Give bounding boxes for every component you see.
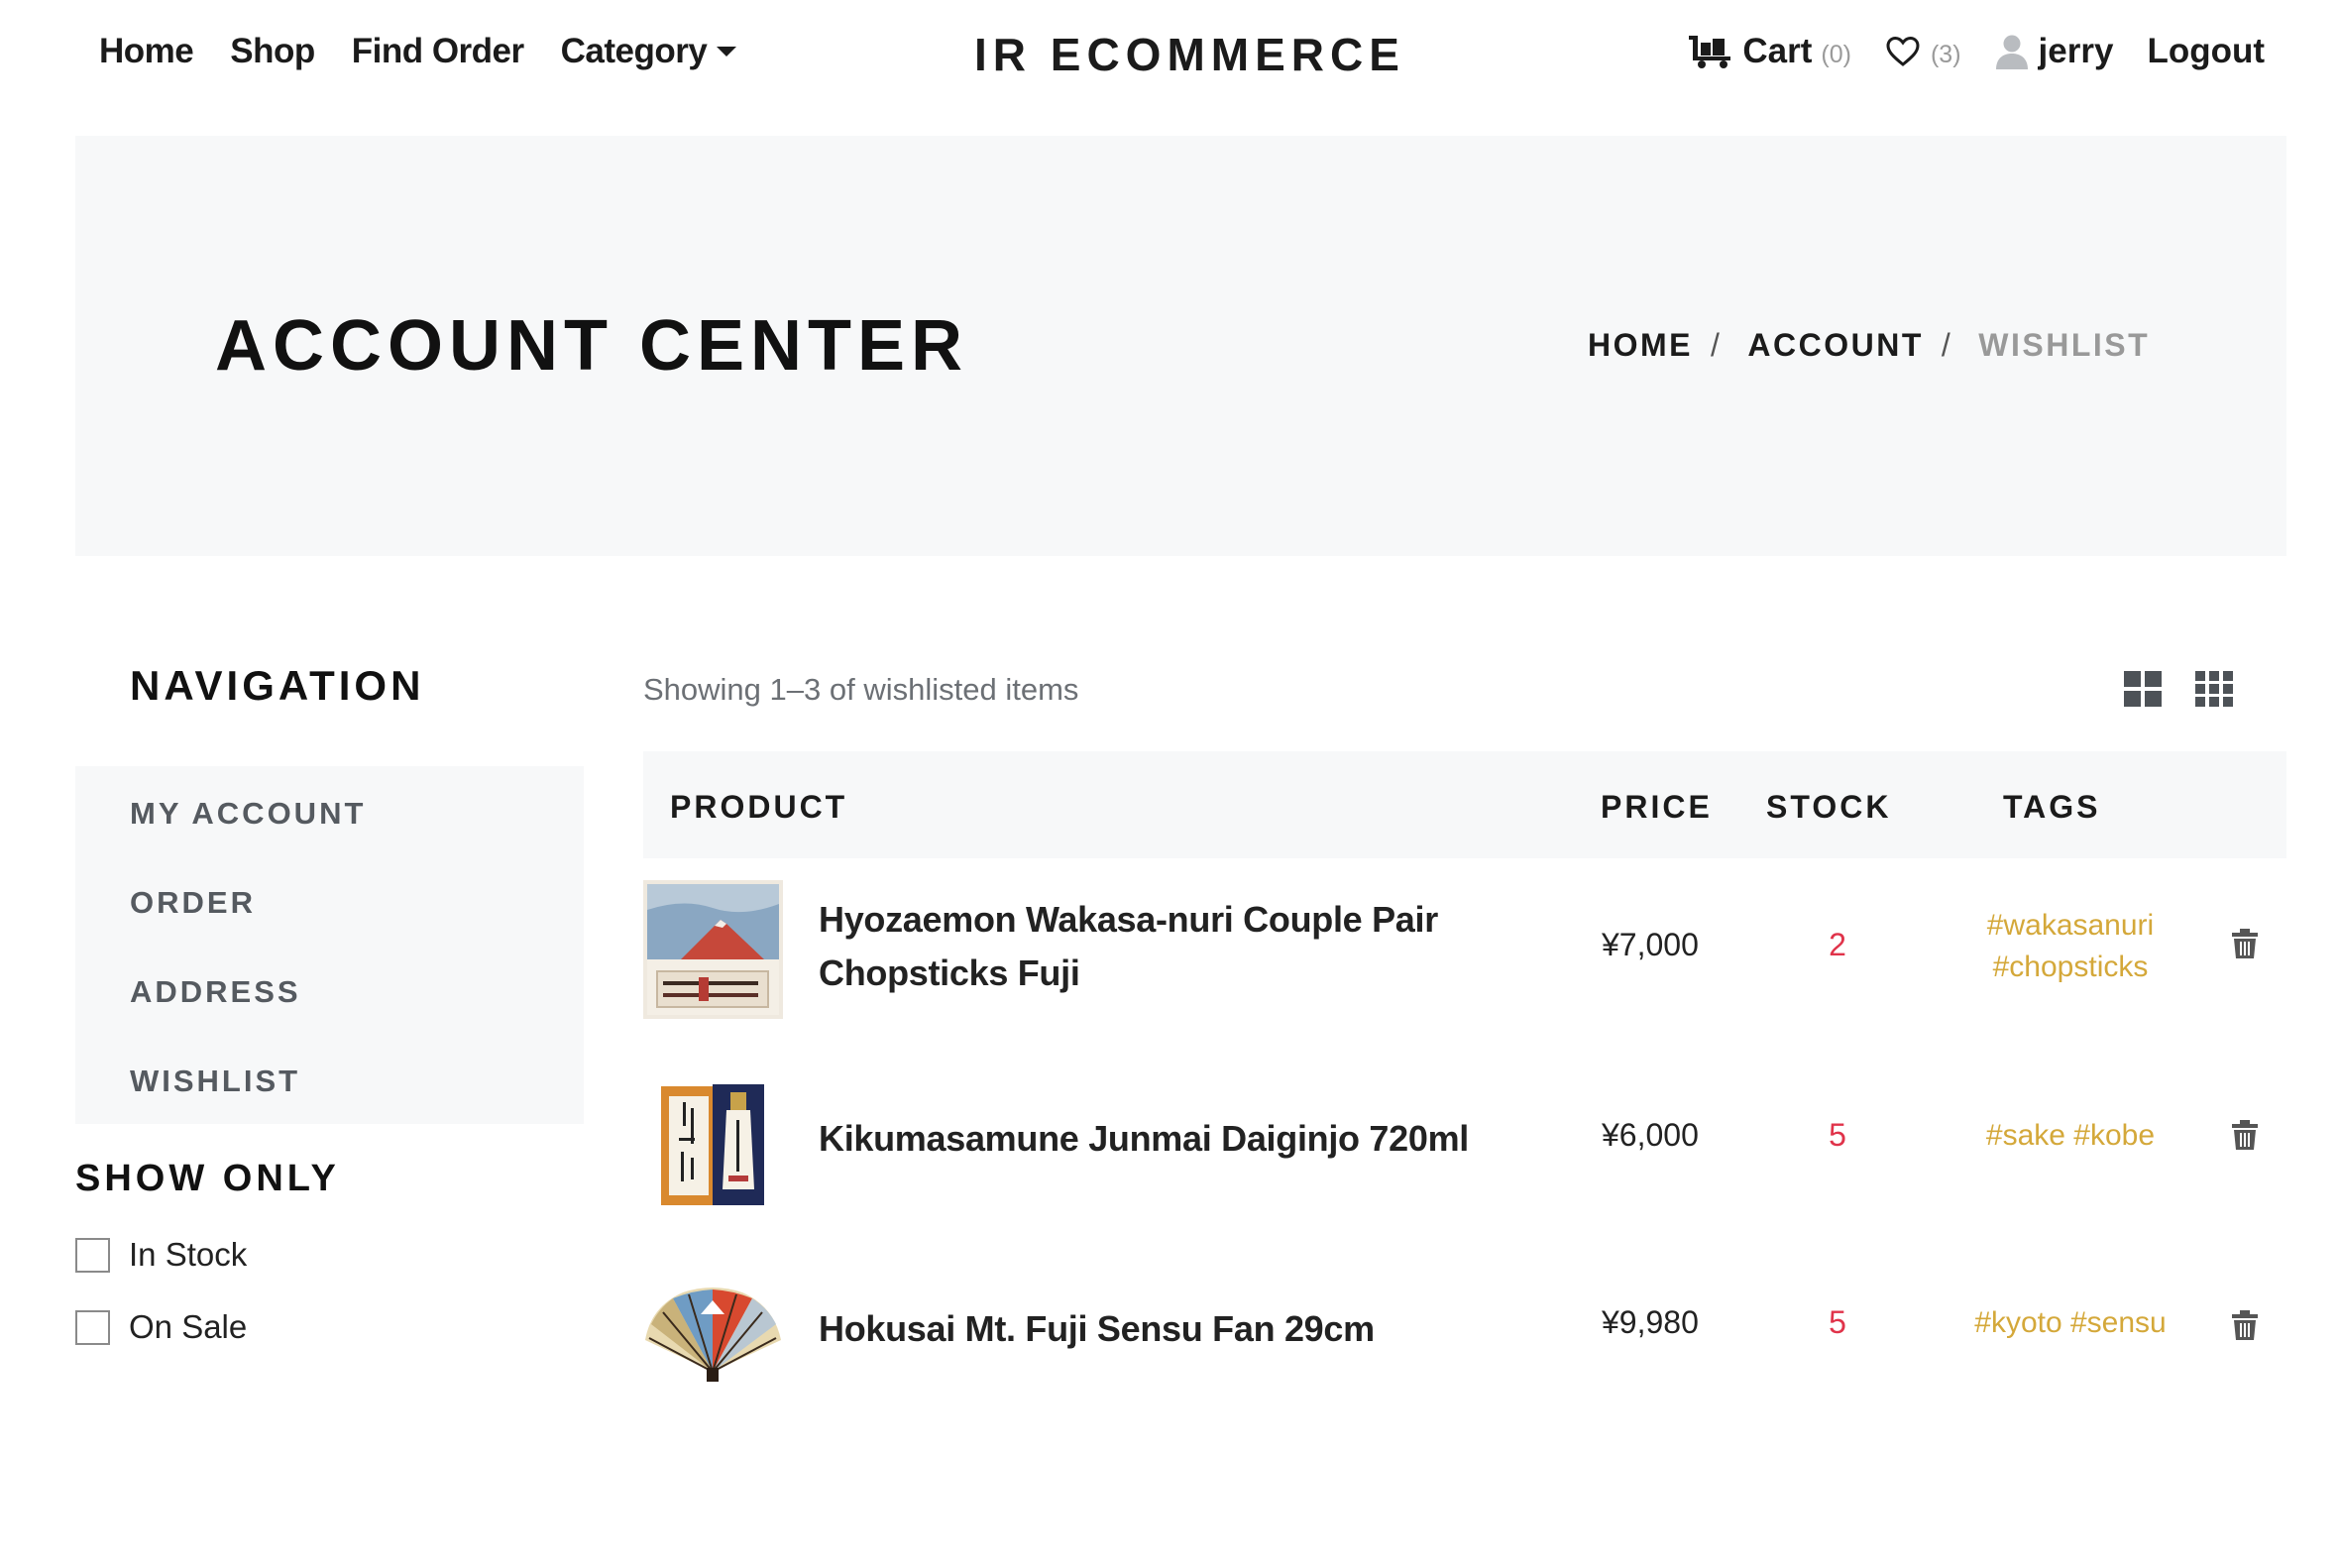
tag-link[interactable]: #sake #kobe bbox=[1932, 1115, 2209, 1157]
nav-shop-link[interactable]: Shop bbox=[230, 32, 315, 71]
product-stock: 2 bbox=[1829, 927, 1846, 962]
product-price: ¥7,000 bbox=[1602, 927, 1699, 962]
trash-icon[interactable] bbox=[2232, 1120, 2258, 1155]
tag-link[interactable]: #wakasanuri bbox=[1932, 905, 2209, 947]
tag-link[interactable]: #kyoto #sensu bbox=[1932, 1302, 2209, 1344]
product-name[interactable]: Kikumasamune Junmai Daiginjo 720ml bbox=[819, 1112, 1469, 1166]
username-label: jerry bbox=[2038, 32, 2114, 70]
sidebar-item-my-account[interactable]: MY ACCOUNT bbox=[75, 796, 584, 885]
in-stock-label: In Stock bbox=[129, 1236, 248, 1273]
product-name-line: Hyozaemon Wakasa-nuri Couple Pair bbox=[819, 899, 1438, 940]
column-product: PRODUCT bbox=[670, 789, 848, 825]
trash-icon[interactable] bbox=[2232, 1310, 2258, 1345]
filter-in-stock[interactable]: In Stock bbox=[75, 1236, 247, 1274]
cart-icon bbox=[1689, 34, 1732, 69]
sidebar-title: NAVIGATION bbox=[130, 662, 425, 709]
breadcrumb-home[interactable]: HOME bbox=[1588, 327, 1693, 364]
column-price: PRICE bbox=[1601, 789, 1713, 825]
column-tags: TAGS bbox=[2003, 789, 2101, 825]
top-navbar: Home Shop Find Order Category IR ECOMMER… bbox=[0, 0, 2339, 113]
product-name-line: Chopsticks Fuji bbox=[819, 952, 1080, 993]
nav-category-dropdown[interactable]: Category bbox=[561, 32, 737, 71]
page-header-banner: ACCOUNT CENTER HOME / ACCOUNT / WISHLIST bbox=[75, 136, 2286, 556]
on-sale-label: On Sale bbox=[129, 1308, 248, 1345]
breadcrumb-current: WISHLIST bbox=[1978, 327, 2151, 363]
site-brand-logo[interactable]: IR ECOMMERCE bbox=[974, 28, 1405, 81]
product-thumbnail[interactable] bbox=[643, 1080, 783, 1209]
user-menu: Cart (0) (3) jerry Logout bbox=[1689, 32, 2265, 71]
nav-home-link[interactable]: Home bbox=[99, 32, 194, 71]
breadcrumb-account[interactable]: ACCOUNT bbox=[1747, 327, 1923, 364]
product-stock: 5 bbox=[1829, 1304, 1846, 1340]
product-name-line: Hokusai Mt. Fuji Sensu Fan 29cm bbox=[819, 1308, 1375, 1349]
tag-link[interactable]: #chopsticks bbox=[1932, 947, 2209, 988]
wishlist-link[interactable]: (3) bbox=[1885, 35, 1961, 69]
page-title: ACCOUNT CENTER bbox=[215, 306, 968, 386]
cart-label: Cart bbox=[1742, 32, 1813, 70]
sidebar-item-address[interactable]: ADDRESS bbox=[75, 974, 584, 1064]
result-count-text: Showing 1–3 of wishlisted items bbox=[643, 672, 1079, 707]
user-icon bbox=[1995, 34, 2029, 69]
cart-count-badge: (0) bbox=[1821, 40, 1851, 68]
table-row: Hokusai Mt. Fuji Sensu Fan 29cm ¥9,980 5… bbox=[643, 1269, 2286, 1398]
breadcrumb-separator: / bbox=[1941, 327, 1953, 363]
heart-icon bbox=[1885, 36, 1921, 67]
product-thumbnail[interactable] bbox=[643, 1285, 783, 1384]
sidebar-item-order[interactable]: ORDER bbox=[75, 885, 584, 974]
product-tags: #kyoto #sensu bbox=[1932, 1302, 2209, 1344]
main-menu: Home Shop Find Order Category bbox=[99, 32, 737, 71]
table-row: Kikumasamune Junmai Daiginjo 720ml ¥6,00… bbox=[643, 1070, 2286, 1219]
grid-small-icon[interactable] bbox=[2195, 671, 2233, 707]
breadcrumb: HOME / ACCOUNT / WISHLIST bbox=[1588, 327, 2150, 364]
product-tags: #wakasanuri #chopsticks bbox=[1932, 905, 2209, 988]
product-name-line: Kikumasamune Junmai Daiginjo 720ml bbox=[819, 1118, 1470, 1159]
caret-down-icon bbox=[717, 47, 737, 56]
trash-icon[interactable] bbox=[2232, 929, 2258, 963]
product-price: ¥6,000 bbox=[1602, 1117, 1699, 1153]
table-row: Hyozaemon Wakasa-nuri Couple Pair Chopst… bbox=[643, 877, 2286, 1026]
sidebar-item-wishlist[interactable]: WISHLIST bbox=[75, 1064, 584, 1153]
grid-large-icon[interactable] bbox=[2124, 671, 2162, 707]
show-only-title: SHOW ONLY bbox=[75, 1158, 340, 1199]
nav-category-label: Category bbox=[560, 32, 708, 70]
cart-link[interactable]: Cart (0) bbox=[1689, 32, 1851, 71]
breadcrumb-separator: / bbox=[1711, 327, 1723, 363]
logout-link[interactable]: Logout bbox=[2147, 32, 2265, 71]
on-sale-checkbox[interactable] bbox=[75, 1309, 110, 1345]
product-price: ¥9,980 bbox=[1602, 1304, 1699, 1340]
product-name[interactable]: Hyozaemon Wakasa-nuri Couple Pair Chopst… bbox=[819, 893, 1438, 1000]
wishlist-count-badge: (3) bbox=[1930, 40, 1961, 68]
nav-find-order-link[interactable]: Find Order bbox=[352, 32, 524, 71]
user-account-link[interactable]: jerry bbox=[1995, 32, 2114, 71]
product-name[interactable]: Hokusai Mt. Fuji Sensu Fan 29cm bbox=[819, 1302, 1375, 1356]
wishlist-table-header: PRODUCT PRICE STOCK TAGS bbox=[643, 751, 2286, 858]
product-thumbnail[interactable] bbox=[643, 880, 783, 1019]
account-nav: MY ACCOUNT ORDER ADDRESS WISHLIST bbox=[75, 766, 584, 1124]
product-stock: 5 bbox=[1829, 1117, 1846, 1153]
filter-on-sale[interactable]: On Sale bbox=[75, 1308, 247, 1346]
product-tags: #sake #kobe bbox=[1932, 1115, 2209, 1157]
in-stock-checkbox[interactable] bbox=[75, 1237, 110, 1273]
column-stock: STOCK bbox=[1766, 789, 1892, 825]
